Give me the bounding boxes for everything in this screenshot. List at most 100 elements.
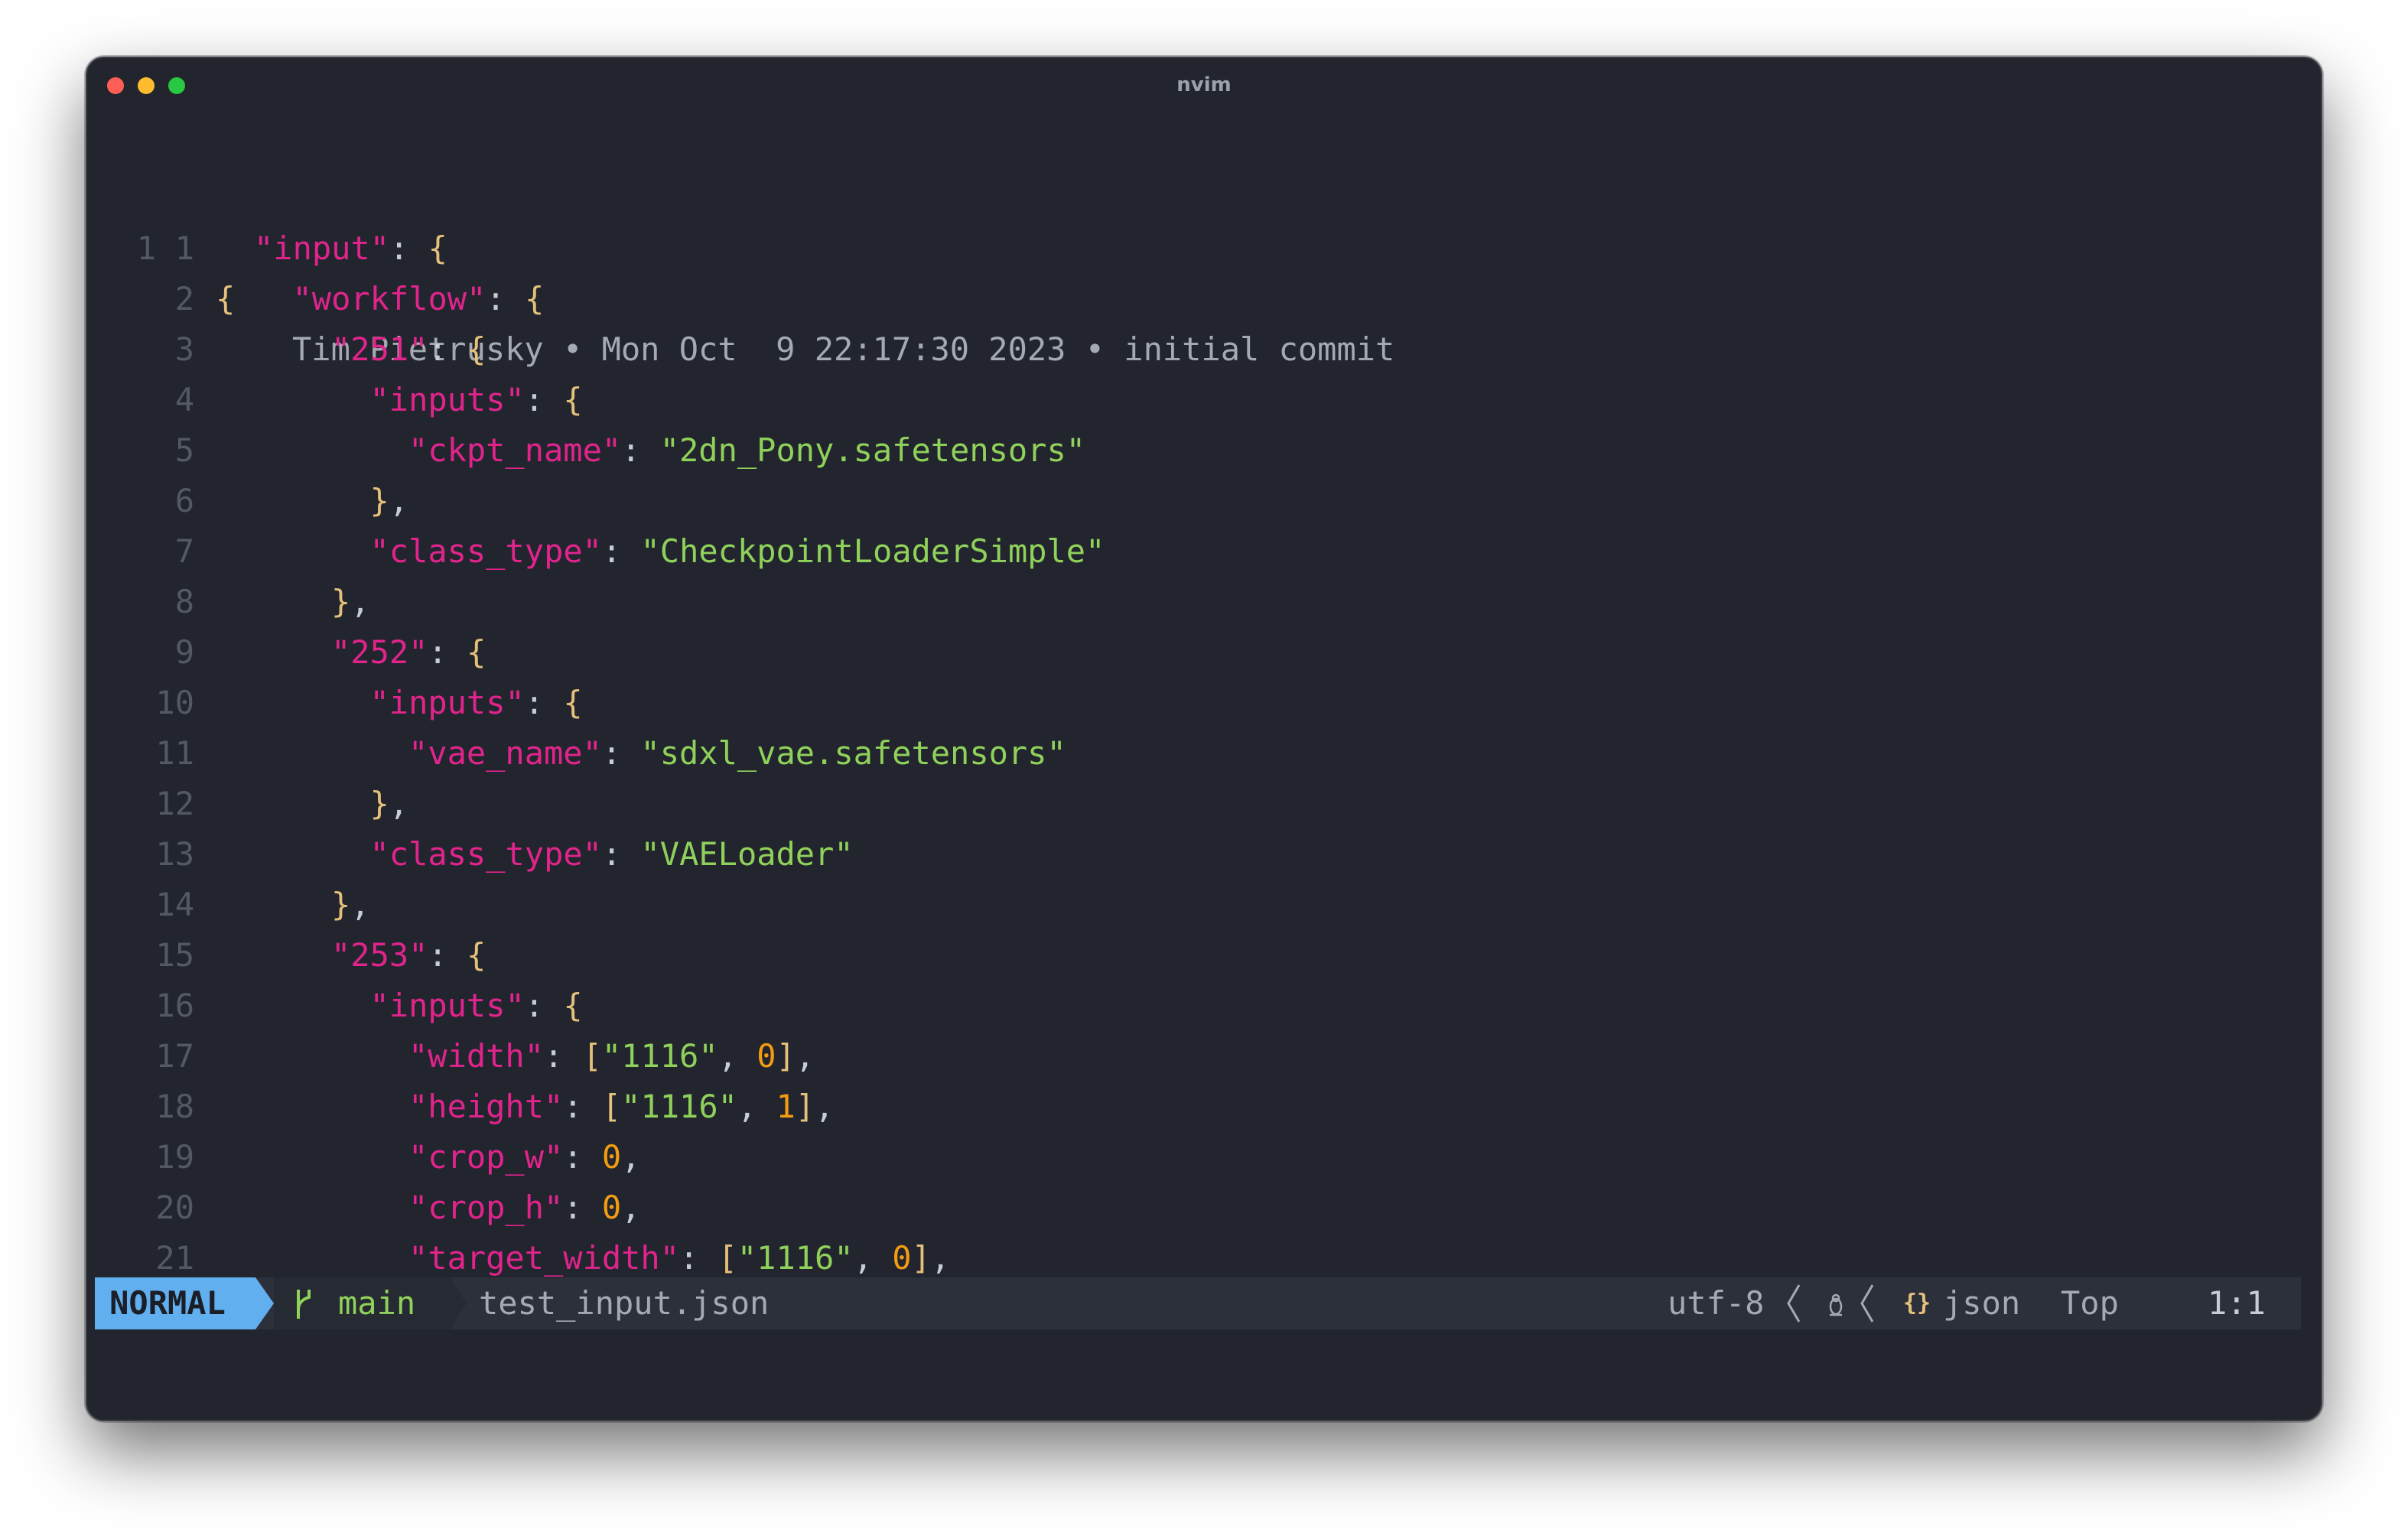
code-text: "input": {: [254, 223, 447, 274]
code-text: "width": ["1116", 0],: [408, 1031, 815, 1082]
code-token: "input": [254, 229, 390, 267]
code-token: :: [428, 633, 467, 671]
code-token: :: [621, 431, 660, 469]
code-token: {: [467, 633, 486, 671]
code-token: {: [467, 330, 486, 368]
code-token: "1116": [621, 1088, 737, 1125]
code-token: "VAELoader": [640, 835, 854, 873]
code-text: "253": {: [331, 930, 486, 981]
line-number: 20: [155, 1189, 194, 1226]
code-line: 18 "height": ["1116", 1],: [87, 1082, 2305, 1132]
line-number: 11: [155, 734, 194, 772]
code-token: "1116": [737, 1239, 854, 1277]
code-line: 16 "inputs": {: [87, 981, 2305, 1031]
branch-separator: [450, 1277, 467, 1329]
code-line: 12},: [87, 779, 2305, 829]
code-token: :: [428, 936, 467, 974]
code-token: ,: [350, 583, 370, 620]
code-line: 6},: [87, 476, 2305, 526]
cursor-position: 1:1: [2208, 1284, 2266, 1322]
code-token: {: [524, 280, 545, 317]
code-token: :: [544, 1037, 583, 1075]
file-encoding: utf-8: [1668, 1284, 1765, 1322]
code-text: "inputs": {: [370, 375, 583, 425]
status-line: NORMAL main test_input.json utf-8 {} jso…: [95, 1277, 2301, 1329]
code-token: "target_width": [408, 1239, 680, 1277]
code-token: "crop_h": [408, 1189, 564, 1226]
line-number: 16: [155, 987, 194, 1024]
code-token: ,: [389, 482, 409, 519]
code-token: ,: [621, 1189, 641, 1226]
code-token: 0: [601, 1189, 622, 1226]
line-number: 9: [174, 633, 194, 671]
line-number: 7: [174, 532, 194, 570]
line-number: 5: [174, 431, 194, 469]
editor-buffer[interactable]: 1 { Tim Pietrusky • Mon Oct 9 22:17:30 2…: [87, 173, 1395, 1327]
line-number: 10: [155, 684, 194, 721]
code-token: [: [718, 1239, 737, 1277]
code-line: 20 "crop_h": 0,: [87, 1183, 2305, 1233]
code-token: ]: [911, 1239, 931, 1277]
code-token: }: [331, 886, 351, 923]
nvim-window: nvim 1 { Tim Pietrusky • Mon Oct 9 22:17…: [86, 57, 2322, 1421]
code-token: {: [563, 684, 583, 721]
mode-indicator: NORMAL: [95, 1277, 255, 1329]
code-text: "vae_name": "sdxl_vae.safetensors": [408, 728, 1066, 779]
code-token: "sdxl_vae.safetensors": [640, 734, 1066, 772]
code-text: "class_type": "VAELoader": [370, 829, 854, 880]
code-token: }: [369, 785, 389, 822]
code-token: {: [467, 936, 486, 974]
code-token: {: [563, 381, 583, 418]
code-token: ,: [815, 1088, 835, 1125]
code-token: ,: [621, 1138, 641, 1176]
line-number: 2: [174, 280, 194, 317]
json-filetype-icon: {}: [1903, 1290, 1931, 1316]
mode-separator: [255, 1277, 274, 1329]
code-token: :: [601, 532, 641, 570]
code-token: "workflow": [292, 280, 486, 317]
code-text: "workflow": {: [293, 274, 545, 324]
code-token: "class_type": [369, 835, 602, 873]
git-branch-icon: [297, 1290, 311, 1319]
line-number: 21: [155, 1239, 194, 1277]
linux-penguin-icon: [1829, 1293, 1843, 1316]
code-token: :: [679, 1239, 718, 1277]
code-line: 13 "class_type": "VAELoader": [87, 829, 2305, 880]
chevron-left-icon: [1787, 1284, 1801, 1323]
code-token: ,: [795, 1037, 815, 1075]
code-text: "target_width": ["1116", 0],: [408, 1233, 950, 1284]
code-token: ,: [389, 785, 409, 822]
code-token: :: [486, 280, 525, 317]
code-token: "253": [331, 936, 428, 974]
chevron-left-icon: [1860, 1284, 1874, 1323]
line-number: 3: [174, 330, 194, 368]
code-token: :: [524, 684, 564, 721]
code-token: :: [601, 734, 641, 772]
code-token: :: [524, 987, 564, 1024]
line-number: 15: [155, 936, 194, 974]
git-branch-name: main: [338, 1284, 416, 1322]
window-title: nvim: [1176, 73, 1232, 96]
code-token: "CheckpointLoaderSimple": [640, 532, 1105, 570]
code-token: :: [389, 229, 428, 267]
code-text: },: [331, 880, 370, 930]
code-token: :: [563, 1189, 602, 1226]
code-token: ,: [718, 1037, 757, 1075]
code-token: {: [428, 229, 447, 267]
code-token: 0: [892, 1239, 912, 1277]
code-token: "height": [408, 1088, 564, 1125]
code-line: 2 "workflow": {: [87, 274, 2305, 324]
code-line: 9 "252": {: [87, 627, 2305, 678]
code-token: [: [582, 1037, 602, 1075]
line-number: 4: [174, 381, 194, 418]
code-token: ,: [930, 1239, 951, 1277]
scroll-position: Top: [2061, 1284, 2119, 1322]
code-token: "inputs": [369, 987, 525, 1024]
code-token: 1: [776, 1088, 796, 1125]
code-token: ,: [350, 886, 370, 923]
code-token: {: [563, 987, 583, 1024]
code-token: :: [428, 330, 467, 368]
code-token: "vae_name": [408, 734, 602, 772]
line-number: 18: [155, 1088, 194, 1125]
code-line: 15 "253": {: [87, 930, 2305, 981]
